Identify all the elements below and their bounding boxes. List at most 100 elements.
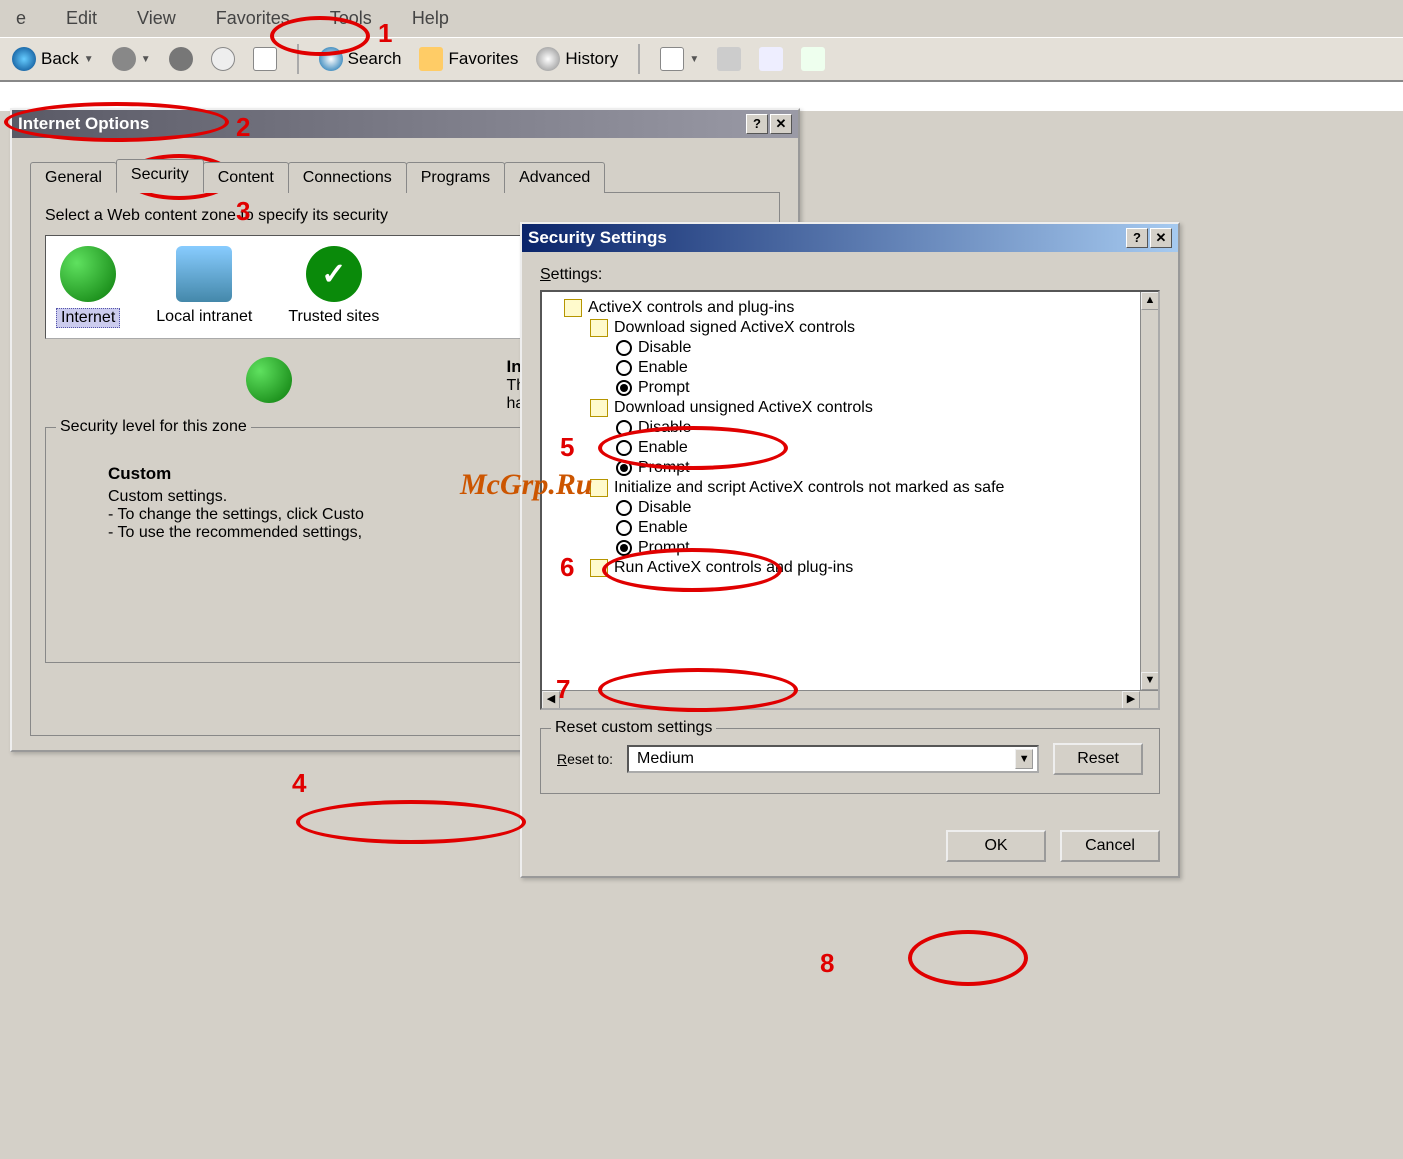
security-settings-dialog: Security Settings ? ✕ Settings: ActiveX … — [520, 222, 1180, 878]
internet-options-titlebar: Internet Options ? ✕ — [12, 110, 798, 138]
close-button[interactable]: ✕ — [1150, 228, 1172, 248]
chevron-down-icon: ▼ — [1015, 749, 1033, 769]
settings-tree[interactable]: ActiveX controls and plug-ins Download s… — [540, 290, 1160, 710]
edit-button[interactable] — [755, 45, 787, 73]
scroll-right-icon[interactable]: ▶ — [1122, 691, 1140, 709]
radio-label: Prompt — [638, 379, 690, 397]
tab-content[interactable]: Content — [203, 162, 289, 193]
search-button[interactable]: Search — [315, 45, 406, 73]
scroll-down-icon[interactable]: ▼ — [1141, 672, 1159, 690]
activex-icon — [590, 319, 608, 337]
radio-label: Enable — [638, 519, 688, 537]
chevron-down-icon: ▼ — [84, 54, 94, 65]
radio-enable-1[interactable] — [616, 360, 632, 376]
chevron-down-icon: ▼ — [141, 54, 151, 65]
scroll-up-icon[interactable]: ▲ — [1141, 292, 1159, 310]
tree-root: ActiveX controls and plug-ins — [588, 299, 794, 317]
radio-disable-3[interactable] — [616, 500, 632, 516]
zone-intranet-label: Local intranet — [156, 308, 252, 326]
chevron-down-icon: ▼ — [689, 54, 699, 65]
tab-advanced[interactable]: Advanced — [504, 162, 605, 193]
radio-label: Enable — [638, 439, 688, 457]
zone-trusted-sites[interactable]: ✓ Trusted sites — [288, 246, 379, 328]
checkmark-icon: ✓ — [306, 246, 362, 302]
radio-label: Prompt — [638, 459, 690, 477]
radio-disable-2[interactable] — [616, 420, 632, 436]
zone-local-intranet[interactable]: Local intranet — [156, 246, 252, 328]
security-settings-titlebar: Security Settings ? ✕ — [522, 224, 1178, 252]
radio-disable-1[interactable] — [616, 340, 632, 356]
radio-prompt-3[interactable] — [616, 540, 632, 556]
history-label: History — [565, 49, 618, 69]
separator — [638, 44, 640, 74]
activex-icon — [590, 479, 608, 497]
vertical-scrollbar[interactable]: ▲ ▼ — [1140, 292, 1158, 690]
mail-button[interactable]: ▼ — [656, 45, 703, 73]
annotation-number-8: 8 — [820, 948, 834, 979]
zone-internet[interactable]: Internet — [56, 246, 120, 328]
reset-group: Reset custom settings Reset to: Medium ▼… — [540, 728, 1160, 794]
back-label: Back — [41, 49, 79, 69]
tree-group1: Download signed ActiveX controls — [614, 319, 855, 337]
tab-programs[interactable]: Programs — [406, 162, 505, 193]
forward-arrow-icon — [112, 47, 136, 71]
favorites-label: Favorites — [448, 49, 518, 69]
security-settings-title: Security Settings — [528, 228, 667, 248]
reset-to-label: Reset to: — [557, 751, 613, 767]
zone-trusted-label: Trusted sites — [288, 308, 379, 326]
close-button[interactable]: ✕ — [770, 114, 792, 134]
tree-group4: Run ActiveX controls and plug-ins — [614, 559, 853, 577]
favorites-button[interactable]: Favorites — [415, 45, 522, 73]
home-button[interactable] — [249, 45, 281, 73]
menu-favorites[interactable]: Favorites — [210, 6, 296, 31]
discuss-button[interactable] — [797, 45, 829, 73]
radio-enable-3[interactable] — [616, 520, 632, 536]
forward-button[interactable]: ▼ — [108, 45, 155, 73]
radio-prompt-2[interactable] — [616, 460, 632, 476]
menu-help[interactable]: Help — [406, 6, 455, 31]
stop-button[interactable] — [165, 45, 197, 73]
reset-button[interactable]: Reset — [1053, 743, 1143, 775]
print-icon — [717, 47, 741, 71]
tab-connections[interactable]: Connections — [288, 162, 407, 193]
radio-label: Prompt — [638, 539, 690, 557]
internet-options-title: Internet Options — [18, 114, 149, 134]
radio-label: Disable — [638, 339, 691, 357]
radio-label: Disable — [638, 499, 691, 517]
menu-tools[interactable]: Tools — [324, 6, 378, 31]
annotation-number-4: 4 — [292, 768, 306, 799]
reset-to-dropdown[interactable]: Medium ▼ — [627, 745, 1039, 773]
back-button[interactable]: Back ▼ — [8, 45, 98, 73]
search-label: Search — [348, 49, 402, 69]
ok-button[interactable]: OK — [946, 830, 1046, 862]
star-icon — [419, 47, 443, 71]
discuss-icon — [801, 47, 825, 71]
history-button[interactable]: History — [532, 45, 622, 73]
scroll-left-icon[interactable]: ◀ — [542, 691, 560, 709]
home-icon — [253, 47, 277, 71]
tab-general[interactable]: General — [30, 162, 117, 193]
menu-file[interactable]: e — [10, 6, 32, 31]
tabs: General Security Content Connections Pro… — [30, 158, 780, 192]
reset-legend: Reset custom settings — [551, 719, 716, 737]
activex-icon — [590, 559, 608, 577]
refresh-button[interactable] — [207, 45, 239, 73]
computer-icon — [176, 246, 232, 302]
tab-security[interactable]: Security — [116, 159, 204, 193]
tree-group3: Initialize and script ActiveX controls n… — [614, 479, 1004, 497]
security-level-legend: Security level for this zone — [56, 418, 251, 436]
menu-view[interactable]: View — [131, 6, 182, 31]
menu-edit[interactable]: Edit — [60, 6, 103, 31]
tree-group2: Download unsigned ActiveX controls — [614, 399, 873, 417]
help-button[interactable]: ? — [1126, 228, 1148, 248]
separator — [297, 44, 299, 74]
cancel-button[interactable]: Cancel — [1060, 830, 1160, 862]
radio-enable-2[interactable] — [616, 440, 632, 456]
print-button[interactable] — [713, 45, 745, 73]
search-icon — [319, 47, 343, 71]
toolbar: Back ▼ ▼ Search Favorites History ▼ — [0, 37, 1403, 81]
horizontal-scrollbar[interactable]: ◀ ▶ — [542, 690, 1158, 708]
radio-prompt-1[interactable] — [616, 380, 632, 396]
refresh-icon — [211, 47, 235, 71]
help-button[interactable]: ? — [746, 114, 768, 134]
